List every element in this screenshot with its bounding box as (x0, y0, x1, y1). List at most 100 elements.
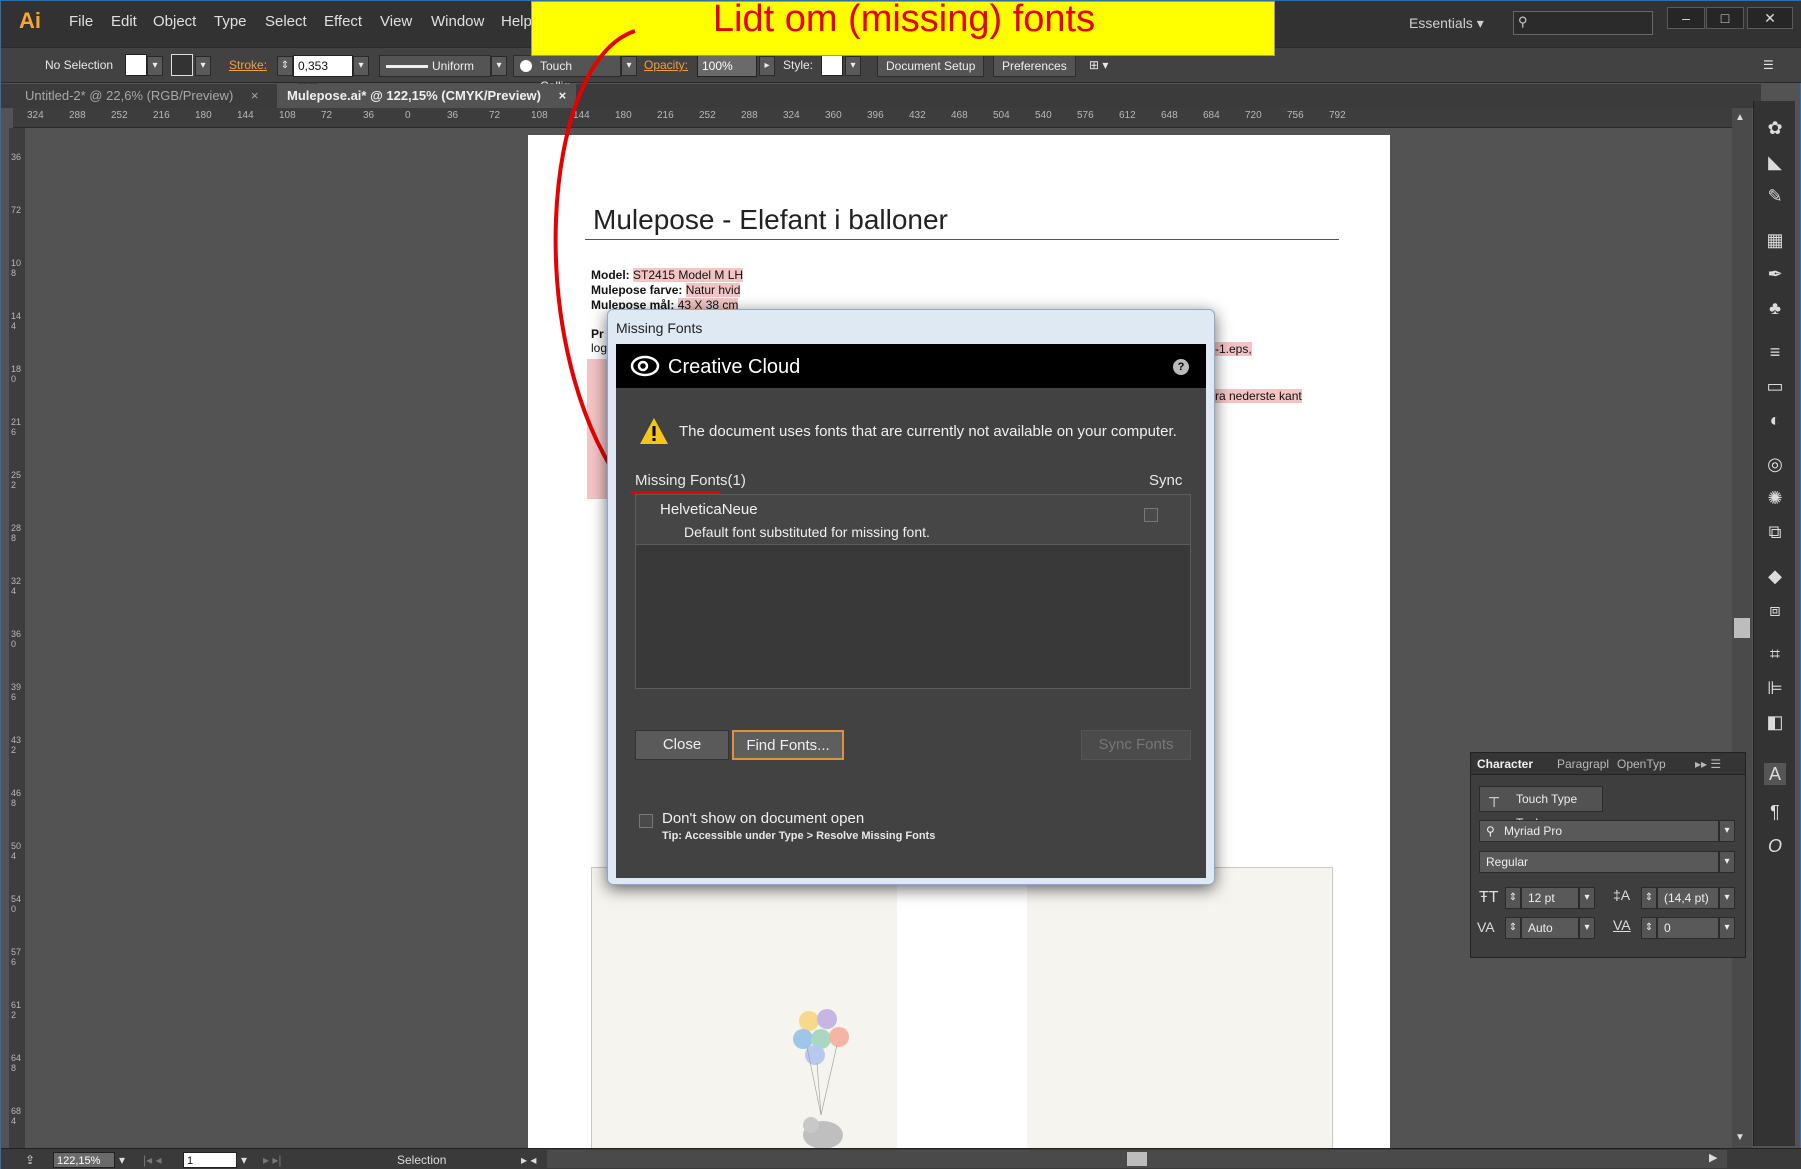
gradient-icon[interactable]: ▭ (1764, 375, 1786, 397)
maximize-button[interactable]: □ (1706, 7, 1744, 29)
search-input[interactable]: ⚲ (1513, 11, 1653, 35)
tracking-dropdown[interactable]: ▾ (1719, 917, 1735, 939)
sync-checkbox[interactable] (1144, 508, 1158, 522)
character-icon[interactable]: A (1764, 763, 1786, 785)
fill-dropdown[interactable]: ▾ (147, 56, 163, 76)
menu-select[interactable]: Select (265, 13, 307, 30)
find-fonts-button[interactable]: Find Fonts... (732, 730, 844, 760)
opentype-icon[interactable]: O (1764, 835, 1786, 857)
libraries-icon[interactable]: ✿ (1764, 117, 1786, 139)
first-page-icon[interactable]: |◂ ◂ (143, 1153, 162, 1167)
stroke-weight-dropdown[interactable]: ▾ (353, 56, 369, 76)
transform-icon[interactable]: ⊞ ▾ (1089, 58, 1108, 72)
zoom-dropdown[interactable]: ▾ (119, 1153, 125, 1167)
font-size-stepper[interactable]: ⇕ (1505, 887, 1521, 909)
opacity-arrow[interactable]: ▸ (759, 56, 775, 76)
document-setup-button[interactable]: Document Setup (877, 55, 985, 77)
share-icon[interactable]: ⇪ (25, 1153, 35, 1167)
font-family-field[interactable]: ⚲ Myriad Pro (1479, 820, 1719, 842)
close-tab-icon[interactable]: × (251, 88, 259, 103)
style-dropdown[interactable]: ▾ (845, 56, 861, 76)
menu-effect[interactable]: Effect (324, 13, 362, 30)
close-window-button[interactable]: ✕ (1747, 7, 1793, 29)
page-field[interactable]: 1 (183, 1152, 237, 1168)
stroke-swatch[interactable] (171, 54, 193, 76)
stroke-profile[interactable]: Uniform (379, 55, 491, 77)
font-style-field[interactable]: Regular (1479, 851, 1719, 873)
scroll-down-icon[interactable]: ▼ (1735, 1132, 1745, 1143)
font-style-dropdown[interactable]: ▾ (1719, 851, 1735, 873)
stroke-label[interactable]: Stroke: (229, 58, 267, 72)
tracking-stepper[interactable]: ⇕ (1641, 917, 1657, 939)
preferences-button[interactable]: Preferences (993, 55, 1076, 77)
cc-libraries-icon[interactable]: ◎ (1764, 453, 1786, 475)
dont-show-checkbox[interactable] (639, 814, 653, 828)
horizontal-scrollbar[interactable]: ▶ (547, 1150, 1727, 1168)
fill-swatch[interactable] (125, 54, 147, 76)
zoom-field[interactable]: 122,15% (53, 1152, 115, 1168)
menu-file[interactable]: File (69, 13, 93, 30)
menu-edit[interactable]: Edit (111, 13, 137, 30)
minimize-button[interactable]: – (1667, 7, 1705, 29)
workspace-switcher[interactable]: Essentials ▾ (1409, 15, 1484, 32)
kerning-field[interactable]: Auto (1521, 917, 1579, 939)
symbols-icon[interactable]: ♣ (1764, 297, 1786, 319)
stroke-swatch-dropdown[interactable]: ▾ (195, 56, 211, 76)
artboards-icon[interactable]: ⧈ (1764, 599, 1786, 621)
page-dropdown[interactable]: ▾ (241, 1153, 247, 1167)
tab-untitled[interactable]: Untitled-2* @ 22,6% (RGB/Preview) × (15, 84, 269, 108)
color-guide-icon[interactable]: ✺ (1764, 487, 1786, 509)
menu-object[interactable]: Object (153, 13, 196, 30)
scroll-right-icon[interactable]: ▶ (1709, 1151, 1717, 1164)
profile-dropdown[interactable]: ▾ (491, 56, 507, 76)
align-icon[interactable]: ⊫ (1764, 677, 1786, 699)
vertical-scrollbar[interactable]: ▲ ▼ (1732, 108, 1752, 1148)
horizontal-scroll-thumb[interactable] (1127, 1152, 1147, 1166)
transparency-icon[interactable]: ◐ (1764, 409, 1786, 431)
sync-fonts-button[interactable]: Sync Fonts (1081, 730, 1191, 760)
opacity-field[interactable]: 100% (697, 55, 757, 77)
pathfinder-icon[interactable]: ◧ (1764, 711, 1786, 733)
paragraph-icon[interactable]: ¶ (1764, 801, 1786, 823)
font-size-field[interactable]: 12 pt (1521, 887, 1579, 909)
layers-icon[interactable]: ◆ (1764, 565, 1786, 587)
leading-dropdown[interactable]: ▾ (1719, 887, 1735, 909)
tracking-field[interactable]: 0 (1657, 917, 1719, 939)
stroke-icon[interactable]: ≡ (1764, 341, 1786, 363)
list-item[interactable]: HelveticaNeue Default font substituted f… (636, 495, 1190, 545)
kerning-dropdown[interactable]: ▾ (1579, 917, 1595, 939)
leading-stepper[interactable]: ⇕ (1641, 887, 1657, 909)
touch-type-tool-button[interactable]: ⊤Touch Type Tool (1479, 786, 1603, 830)
transform-panel-icon[interactable]: ⌗ (1764, 643, 1786, 665)
tab-opentype[interactable]: OpenTyp (1617, 757, 1666, 771)
panel-menu-icon[interactable]: ☰ (1763, 58, 1774, 72)
tab-paragraph[interactable]: Paragrapl (1557, 757, 1609, 771)
font-size-dropdown[interactable]: ▾ (1579, 887, 1595, 909)
next-page-icon[interactable]: ▸ ▸| (263, 1153, 282, 1167)
status-menu-arrow[interactable]: ▸ ◂ (521, 1153, 536, 1167)
menu-help[interactable]: Help (501, 13, 532, 30)
export-icon[interactable]: ⧉ (1764, 521, 1786, 543)
brushes-icon[interactable]: ✒ (1764, 263, 1786, 285)
swatches-icon[interactable]: ▦ (1764, 229, 1786, 251)
help-icon[interactable]: ? (1173, 359, 1189, 375)
ruler-tick-label: 108 (11, 258, 22, 278)
scroll-thumb[interactable] (1734, 618, 1750, 638)
close-button[interactable]: Close (635, 730, 729, 760)
leading-field[interactable]: (14,4 pt) (1657, 887, 1719, 909)
style-swatch[interactable] (821, 54, 843, 76)
scroll-up-icon[interactable]: ▲ (1735, 112, 1745, 123)
dont-show-label[interactable]: Don't show on document open (662, 810, 864, 827)
stroke-weight-field[interactable]: 0,353 mm (293, 55, 353, 93)
ruler-tick-label: 324 (783, 110, 800, 121)
panel-collapse-icon[interactable]: ▸▸ ☰ (1695, 757, 1721, 771)
appearance-icon[interactable]: ◣ (1764, 151, 1786, 173)
menu-window[interactable]: Window (431, 13, 484, 30)
menu-type[interactable]: Type (214, 13, 247, 30)
kerning-stepper[interactable]: ⇕ (1505, 917, 1521, 939)
stroke-stepper[interactable]: ⇕ (277, 56, 293, 76)
font-family-dropdown[interactable]: ▾ (1719, 820, 1735, 842)
navigator-icon[interactable]: ✎ (1764, 185, 1786, 207)
menu-view[interactable]: View (380, 13, 412, 30)
tab-character[interactable]: Character (1477, 757, 1533, 771)
